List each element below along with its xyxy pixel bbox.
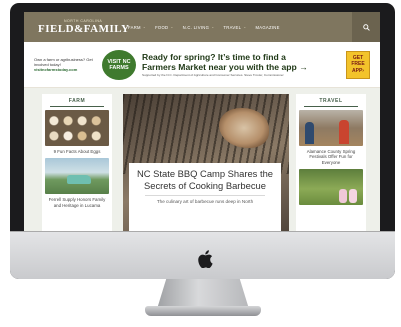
ferrell-supply-thumbnail[interactable] [45,158,109,195]
festival-thumbnail[interactable] [299,110,363,146]
ad-left-text: Own a farm or agribusiness? Get involved… [34,57,96,73]
search-button[interactable] [352,12,380,42]
nav-label: FARM [128,24,141,30]
divider [304,106,358,107]
divider [50,106,104,107]
cta-line-3: APP› [352,67,364,74]
article-link[interactable]: Alamance County Spring Festivals Offer F… [296,146,366,169]
browser-screen: NORTH CAROLINA FIELD&FAMILY FARM ⌄ FOOD … [24,12,380,231]
site-header: NORTH CAROLINA FIELD&FAMILY FARM ⌄ FOOD … [24,12,380,42]
eggs-thumbnail[interactable] [45,110,109,146]
chevron-down-icon: ⌄ [243,25,247,29]
ad-left-copy: Own a farm or agribusiness? Get involved… [34,56,93,67]
imac-stand-foot [145,306,261,316]
chevron-down-icon: ⌄ [142,25,147,29]
column-title-travel[interactable]: TRAVEL [296,94,366,104]
travel-column: TRAVEL Alamance County Spring Festivals … [296,94,366,231]
nav-item-food[interactable]: FOOD ⌄ [155,25,174,30]
logo-wordmark: FIELD&FAMILY [38,23,130,35]
chevron-down-icon: ⌄ [170,25,174,29]
column-title-farm[interactable]: FARM [42,94,112,104]
hero-card: NC State BBQ Camp Shares the Secrets of … [129,163,281,231]
main-content: FARM 9 Fun Facts About Eggs Ferrell Supp… [24,88,380,231]
nav-item-magazine[interactable]: MAGAZINE [255,25,279,30]
ad-banner[interactable]: Own a farm or agribusiness? Get involved… [24,42,380,88]
nav-item-travel[interactable]: TRAVEL ⌄ [223,25,246,30]
nav-label: FOOD [155,24,169,30]
visit-nc-farms-logo: VISIT NC FARMS [102,49,136,80]
ad-headline-line-1: Ready for spring? It’s time to find a [142,52,286,62]
badge-line-2: FARMS [109,64,129,71]
farm-column: FARM 9 Fun Facts About Eggs Ferrell Supp… [42,94,112,231]
ad-copy: Ready for spring? It’s time to find a Fa… [142,52,340,77]
nav-label: MAGAZINE [255,24,280,30]
article-link[interactable]: 9 Fun Facts About Eggs [42,146,112,158]
nav-item-nc-living[interactable]: N.C. LIVING ⌄ [183,25,215,30]
search-icon [362,23,370,31]
divider [145,195,265,196]
woods-thumbnail[interactable] [299,169,363,206]
ad-headline-line-2: Farmers Market near you with the app → [142,62,308,72]
get-free-app-button[interactable]: GET FREE APP› [346,50,370,79]
site-logo[interactable]: NORTH CAROLINA FIELD&FAMILY [38,19,129,35]
nav-label: TRAVEL [223,24,242,30]
nav-item-farm[interactable]: FARM ⌄ [128,25,146,30]
ad-disclaimer: Supported by the N.C. Department of Agri… [142,73,284,77]
featured-article[interactable]: NC State BBQ Camp Shares the Secrets of … [123,94,289,231]
article-link[interactable]: Ferrell Supply Honors Family and Heritag… [42,194,112,212]
apple-logo-icon [198,250,213,268]
ad-left-url: visitncfarmstoday.com [34,67,78,73]
hero-excerpt: The culinary art of barbecue runs deep i… [156,199,254,204]
nav-label: N.C. LIVING [182,24,210,30]
hero-title[interactable]: NC State BBQ Camp Shares the Secrets of … [135,168,275,191]
main-nav: FARM ⌄ FOOD ⌄ N.C. LIVING ⌄ TRAVEL ⌄ MAG… [128,25,280,30]
imac-stand-neck [157,279,249,309]
chevron-down-icon: ⌄ [211,25,215,29]
